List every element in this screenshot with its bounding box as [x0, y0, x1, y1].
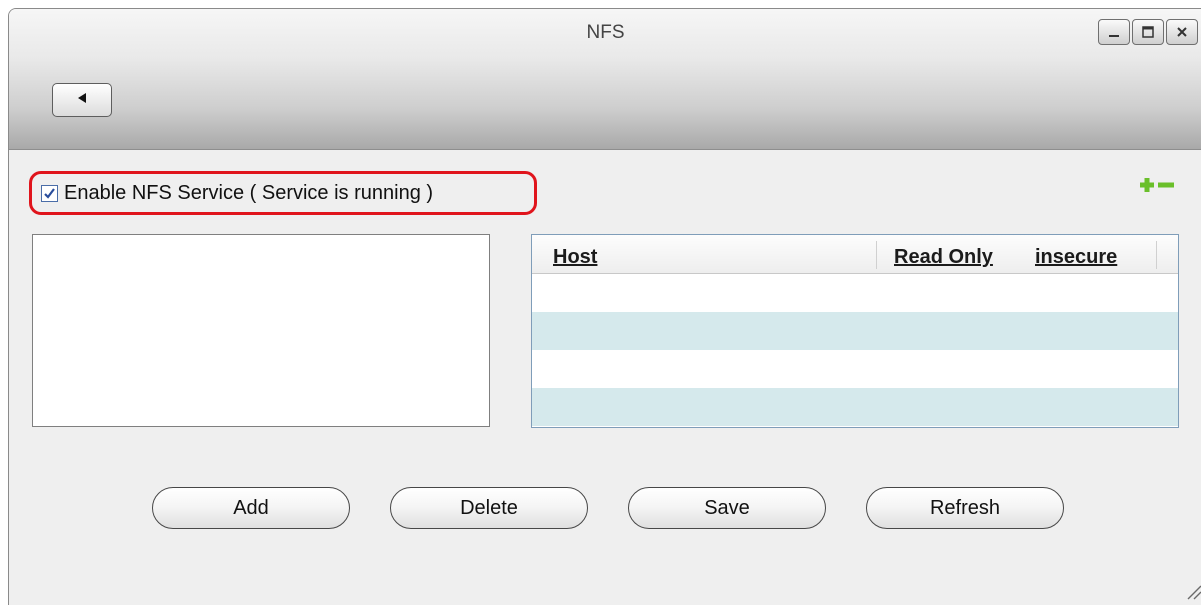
column-read-only[interactable]: Read Only	[894, 246, 993, 269]
table-row[interactable]	[532, 274, 1178, 312]
plus-icon[interactable]	[1139, 177, 1155, 198]
table-row[interactable]	[532, 350, 1178, 388]
enable-nfs-checkbox[interactable]	[41, 184, 58, 202]
close-icon[interactable]	[1166, 19, 1198, 45]
refresh-button[interactable]: Refresh	[866, 487, 1064, 529]
column-divider[interactable]	[1156, 241, 1157, 269]
host-table[interactable]: Host Read Only insecure	[531, 234, 1179, 428]
table-row[interactable]	[532, 388, 1178, 426]
minus-icon[interactable]	[1157, 177, 1175, 198]
delete-button[interactable]: Delete	[390, 487, 588, 529]
column-divider[interactable]	[876, 241, 877, 269]
nfs-window: NFS Enable NFS Service ( Service is runn…	[8, 8, 1201, 605]
window-title: NFS	[586, 22, 625, 43]
host-actions	[1139, 177, 1175, 198]
column-host[interactable]: Host	[553, 246, 597, 269]
minimize-icon[interactable]	[1098, 19, 1130, 45]
table-row[interactable]	[532, 312, 1178, 350]
save-button[interactable]: Save	[628, 487, 826, 529]
host-table-header: Host Read Only insecure	[532, 235, 1178, 274]
share-folder-list[interactable]	[32, 234, 490, 427]
enable-nfs-label[interactable]: Enable NFS Service ( Service is running …	[64, 182, 433, 205]
add-button[interactable]: Add	[152, 487, 350, 529]
title-bar: NFS	[9, 9, 1201, 150]
window-controls	[1098, 19, 1198, 45]
enable-nfs-highlight: Enable NFS Service ( Service is running …	[29, 171, 537, 215]
back-arrow-icon	[75, 91, 89, 110]
back-button[interactable]	[52, 83, 112, 117]
maximize-icon[interactable]	[1132, 19, 1164, 45]
column-insecure[interactable]: insecure	[1035, 246, 1117, 269]
resize-grip-icon[interactable]	[1182, 580, 1201, 605]
